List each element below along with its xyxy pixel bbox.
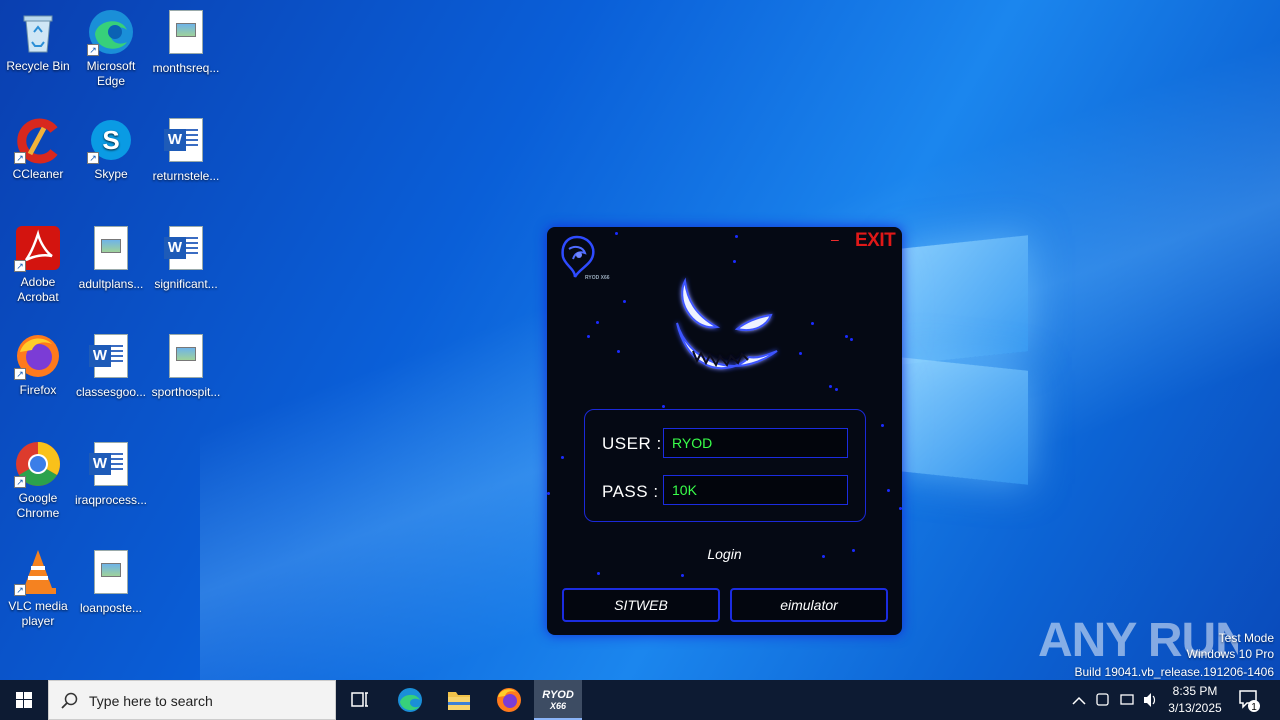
desktop-icon-label: adultplans... — [78, 277, 144, 291]
login-button[interactable]: Login — [547, 546, 902, 562]
desktop-icon-label: classesgoo... — [75, 385, 147, 399]
clock-date: 3/13/2025 — [1168, 701, 1222, 715]
task-view-button[interactable] — [336, 680, 384, 720]
desktop-icon-label: loanposte... — [79, 601, 143, 615]
svg-text:X66: X66 — [549, 701, 567, 711]
desktop-icon-iraqprocess[interactable]: W iraqprocess... — [73, 440, 149, 508]
edge-icon — [398, 688, 422, 712]
taskbar-search-box[interactable]: Type here to search — [48, 680, 336, 720]
taskbar-clock[interactable]: 8:35 PM 3/13/2025 — [1160, 683, 1230, 717]
taskbar-file-explorer-button[interactable] — [435, 680, 483, 720]
clock-time: 8:35 PM — [1172, 684, 1218, 698]
system-tray — [1068, 680, 1158, 720]
desktop-icon-recycle-bin[interactable]: Recycle Bin — [0, 8, 76, 74]
edge-icon: ↗ — [87, 8, 135, 56]
svg-text:RYOD: RYOD — [542, 689, 574, 701]
notification-count: 1 — [1251, 702, 1257, 713]
desktop-icon-firefox[interactable]: ↗ Firefox — [0, 332, 76, 398]
taskbar: Type here to search RYOD X66 8:35 PM 3/1… — [0, 680, 1280, 720]
network-icon[interactable] — [1120, 694, 1134, 705]
login-form: USER : RYOD PASS : 10K — [584, 409, 866, 522]
action-center-button[interactable]: 1 — [1232, 680, 1280, 720]
taskbar-ryod-app-button[interactable]: RYOD X66 — [534, 680, 582, 720]
search-icon — [61, 692, 78, 709]
app-logo-icon — [555, 233, 599, 281]
desktop-icon-label: Adobe Acrobat — [17, 275, 59, 304]
user-label: USER : — [602, 434, 662, 453]
taskbar-edge-button[interactable] — [386, 680, 434, 720]
acrobat-icon: ↗ — [14, 224, 62, 272]
desktop-icon-label: Recycle Bin — [6, 59, 70, 73]
desktop-icon-label: sporthospit... — [151, 385, 221, 399]
windows-start-icon — [16, 692, 32, 708]
show-hidden-icons-icon[interactable] — [1072, 696, 1086, 705]
sitweb-button[interactable]: SITWEB — [562, 588, 720, 622]
folder-icon — [448, 692, 470, 710]
image-file-icon — [162, 10, 210, 58]
word-document-icon: W — [162, 226, 210, 274]
volume-icon[interactable] — [1144, 693, 1151, 707]
minimize-button[interactable]: – — [831, 231, 839, 247]
desktop-icon-significant[interactable]: W significant... — [148, 224, 224, 292]
desktop-icon-label: returnstele... — [152, 169, 220, 183]
word-document-icon: W — [87, 442, 135, 490]
desktop-icon-label: CCleaner — [12, 167, 64, 181]
svg-text:S: S — [102, 125, 119, 155]
image-file-icon — [87, 550, 135, 598]
desktop-icon-classesgoo[interactable]: W classesgoo... — [73, 332, 149, 400]
desktop-icon-label: significant... — [154, 277, 218, 291]
build-text: Build 19041.vb_release.191206-1406 — [1074, 665, 1275, 679]
app-logo-text: RYOD X66 — [585, 275, 610, 281]
recycle-bin-icon — [14, 8, 62, 56]
desktop-icon-label: monthsreq... — [152, 61, 220, 75]
desktop-icon-sporthospit[interactable]: sporthospit... — [148, 332, 224, 400]
desktop-icon-label: Google Chrome — [16, 491, 60, 520]
pass-input[interactable]: 10K — [663, 475, 848, 505]
ryod-app-icon: RYOD X66 — [542, 689, 574, 711]
test-mode-text: Test Mode — [1218, 631, 1274, 645]
word-document-icon: W — [87, 334, 135, 382]
task-view-icon — [351, 692, 368, 707]
exit-button[interactable]: EXIT — [855, 230, 896, 252]
emulator-button[interactable]: eimulator — [730, 588, 888, 622]
desktop-icon-edge[interactable]: ↗ Microsoft Edge — [73, 8, 149, 89]
desktop-icon-monthsreq[interactable]: monthsreq... — [148, 8, 224, 76]
desktop-icon-chrome[interactable]: ↗ Google Chrome — [0, 440, 76, 521]
desktop-icon-returnstele[interactable]: W returnstele... — [148, 116, 224, 184]
taskbar-firefox-button[interactable] — [485, 680, 533, 720]
skype-icon: S ↗ — [87, 116, 135, 164]
desktop-icon-label: iraqprocess... — [74, 493, 148, 507]
user-input[interactable]: RYOD — [663, 428, 848, 458]
desktop-icon-label: Skype — [94, 167, 128, 181]
windows-edition-text: Windows 10 Pro — [1186, 647, 1274, 661]
windows-logo-wallpaper — [850, 235, 1028, 485]
word-document-icon: W — [162, 118, 210, 166]
desktop-icon-adultplans[interactable]: adultplans... — [73, 224, 149, 292]
desktop-icon-skype[interactable]: S ↗ Skype — [73, 116, 149, 182]
pass-label: PASS : — [602, 482, 659, 501]
search-placeholder: Type here to search — [89, 693, 213, 709]
firefox-icon — [497, 688, 521, 712]
firefox-icon: ↗ — [14, 332, 62, 380]
desktop-icon-label: Firefox — [19, 383, 57, 397]
login-window[interactable]: RYOD X66 – EXIT USER : RYOD PASS : 10K L… — [547, 227, 902, 635]
start-button[interactable] — [0, 680, 48, 720]
ccleaner-icon: ↗ — [14, 116, 62, 164]
desktop-icon-loanposte[interactable]: loanposte... — [73, 548, 149, 616]
vlc-icon: ↗ — [14, 548, 62, 596]
image-file-icon — [162, 334, 210, 382]
grinning-face-logo-icon — [667, 275, 787, 385]
notification-icon: 1 — [1239, 690, 1260, 713]
desktop-icon-acrobat[interactable]: ↗ Adobe Acrobat — [0, 224, 76, 305]
desktop-icon-label: Microsoft Edge — [86, 59, 136, 88]
chrome-icon: ↗ — [14, 440, 62, 488]
defender-icon[interactable] — [1096, 693, 1109, 706]
desktop-icon-ccleaner[interactable]: ↗ CCleaner — [0, 116, 76, 182]
image-file-icon — [87, 226, 135, 274]
desktop-icon-vlc[interactable]: ↗ VLC media player — [0, 548, 76, 629]
desktop-icon-label: VLC media player — [8, 599, 68, 628]
